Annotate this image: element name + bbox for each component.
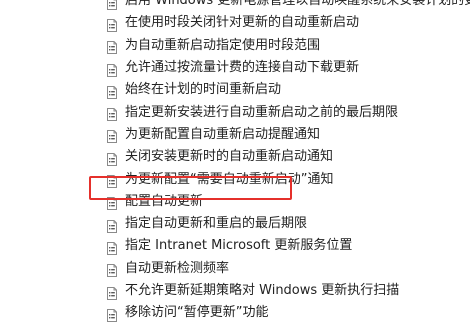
policy-item-label: 始终在计划的时间重新启动 xyxy=(125,82,282,98)
policy-item[interactable]: 为自动重新启动指定使用时段范围 xyxy=(0,35,470,57)
policy-item-label: 指定自动更新和重启的最后期限 xyxy=(125,216,308,232)
policy-item-label: 指定 Intranet Microsoft 更新服务位置 xyxy=(125,238,353,254)
policy-setting-icon xyxy=(107,62,117,77)
policy-settings-list: 启用 Windows 更新电源管理以自动唤醒系统来安装计划的更新在使用时段关闭针… xyxy=(0,0,470,324)
policy-setting-icon xyxy=(107,218,117,233)
policy-item[interactable]: 指定 Intranet Microsoft 更新服务位置 xyxy=(0,235,470,257)
policy-setting-icon xyxy=(107,84,117,99)
policy-item-label: 启用 Windows 更新电源管理以自动唤醒系统来安装计划的更新 xyxy=(125,0,470,9)
policy-item[interactable]: 允许通过按流量计费的连接自动下载更新 xyxy=(0,57,470,79)
policy-item-label: 关闭安装更新时的自动重新启动通知 xyxy=(125,149,334,165)
policy-item[interactable]: 移除访问“暂停更新”功能 xyxy=(0,302,470,324)
policy-setting-icon xyxy=(107,240,117,255)
policy-item-label: 在使用时段关闭针对更新的自动重新启动 xyxy=(125,15,360,31)
policy-item-label: 为自动重新启动指定使用时段范围 xyxy=(125,37,321,53)
policy-setting-icon xyxy=(107,106,117,122)
policy-item-label: 自动更新检测频率 xyxy=(125,260,230,276)
policy-item[interactable]: 不允许更新延期策略对 Windows 更新执行扫描 xyxy=(0,280,470,302)
policy-item[interactable]: 为更新配置“需要自动重新启动”通知 xyxy=(0,168,470,190)
policy-item[interactable]: 指定自动更新和重启的最后期限 xyxy=(0,213,470,235)
policy-item[interactable]: 关闭安装更新时的自动重新启动通知 xyxy=(0,146,470,168)
policy-setting-icon xyxy=(107,39,117,55)
policy-item-label: 为更新配置自动重新启动提醒通知 xyxy=(125,126,321,142)
policy-setting-icon xyxy=(107,285,117,300)
policy-item[interactable]: 配置自动更新 xyxy=(0,191,470,213)
policy-item-label: 为更新配置“需要自动重新启动”通知 xyxy=(125,171,334,187)
policy-setting-icon xyxy=(107,128,117,144)
policy-item[interactable]: 始终在计划的时间重新启动 xyxy=(0,79,470,101)
policy-item-label: 移除访问“暂停更新”功能 xyxy=(125,305,269,321)
policy-setting-icon xyxy=(107,307,117,322)
policy-item[interactable]: 在使用时段关闭针对更新的自动重新启动 xyxy=(0,12,470,34)
policy-item-label: 指定更新安装进行自动重新启动之前的最后期限 xyxy=(125,104,399,120)
policy-setting-icon xyxy=(107,195,117,211)
policy-setting-icon xyxy=(107,173,117,189)
policy-item[interactable]: 启用 Windows 更新电源管理以自动唤醒系统来安装计划的更新 xyxy=(0,0,470,12)
policy-setting-icon xyxy=(107,151,117,166)
policy-item[interactable]: 指定更新安装进行自动重新启动之前的最后期限 xyxy=(0,101,470,123)
policy-item-label: 配置自动更新 xyxy=(125,193,204,209)
policy-item[interactable]: 为更新配置自动重新启动提醒通知 xyxy=(0,124,470,146)
policy-setting-icon xyxy=(107,0,117,10)
policy-item-label: 允许通过按流量计费的连接自动下载更新 xyxy=(125,60,360,76)
policy-item[interactable]: 自动更新检测频率 xyxy=(0,258,470,280)
policy-setting-icon xyxy=(107,17,117,32)
policy-setting-icon xyxy=(107,262,117,278)
policy-item-label: 不允许更新延期策略对 Windows 更新执行扫描 xyxy=(125,283,400,298)
